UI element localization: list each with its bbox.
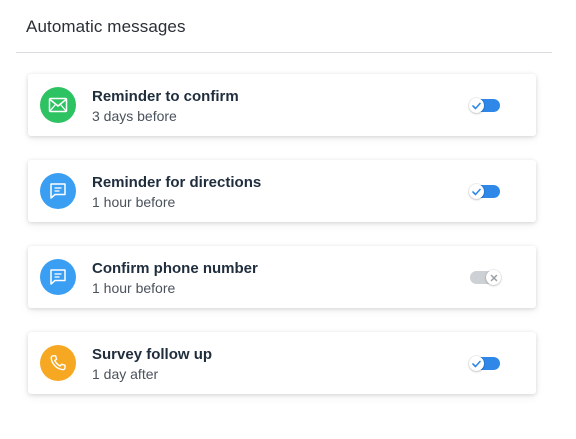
message-title: Survey follow up	[92, 346, 213, 363]
check-icon	[469, 184, 484, 199]
envelope-icon	[40, 87, 76, 123]
message-card-reminder-to-confirm: Reminder to confirm 3 days before	[28, 74, 536, 136]
phone-icon	[40, 345, 76, 381]
enable-toggle[interactable]	[469, 98, 500, 113]
check-icon	[469, 356, 484, 371]
message-card-confirm-phone-number: Confirm phone number 1 hour before	[28, 246, 536, 308]
close-icon	[486, 270, 501, 285]
chat-bubble-icon	[40, 259, 76, 295]
chat-bubble-icon	[40, 173, 76, 209]
message-timing: 1 day after	[92, 366, 159, 382]
enable-toggle[interactable]	[470, 270, 501, 285]
message-title: Reminder to confirm	[92, 88, 239, 105]
message-timing: 1 hour before	[92, 280, 176, 296]
automatic-messages-panel: Automatic messages Reminder to confirm 3…	[0, 0, 576, 439]
panel-header: Automatic messages	[16, 0, 552, 53]
enable-toggle[interactable]	[469, 356, 500, 371]
enable-toggle[interactable]	[469, 184, 500, 199]
page-title: Automatic messages	[26, 17, 186, 36]
message-timing: 1 hour before	[92, 194, 176, 210]
check-icon	[469, 98, 484, 113]
message-card-reminder-for-directions: Reminder for directions 1 hour before	[28, 160, 536, 222]
message-title: Reminder for directions	[92, 174, 262, 191]
message-title: Confirm phone number	[92, 260, 258, 277]
message-timing: 3 days before	[92, 108, 177, 124]
message-card-survey-follow-up: Survey follow up 1 day after	[28, 332, 536, 394]
